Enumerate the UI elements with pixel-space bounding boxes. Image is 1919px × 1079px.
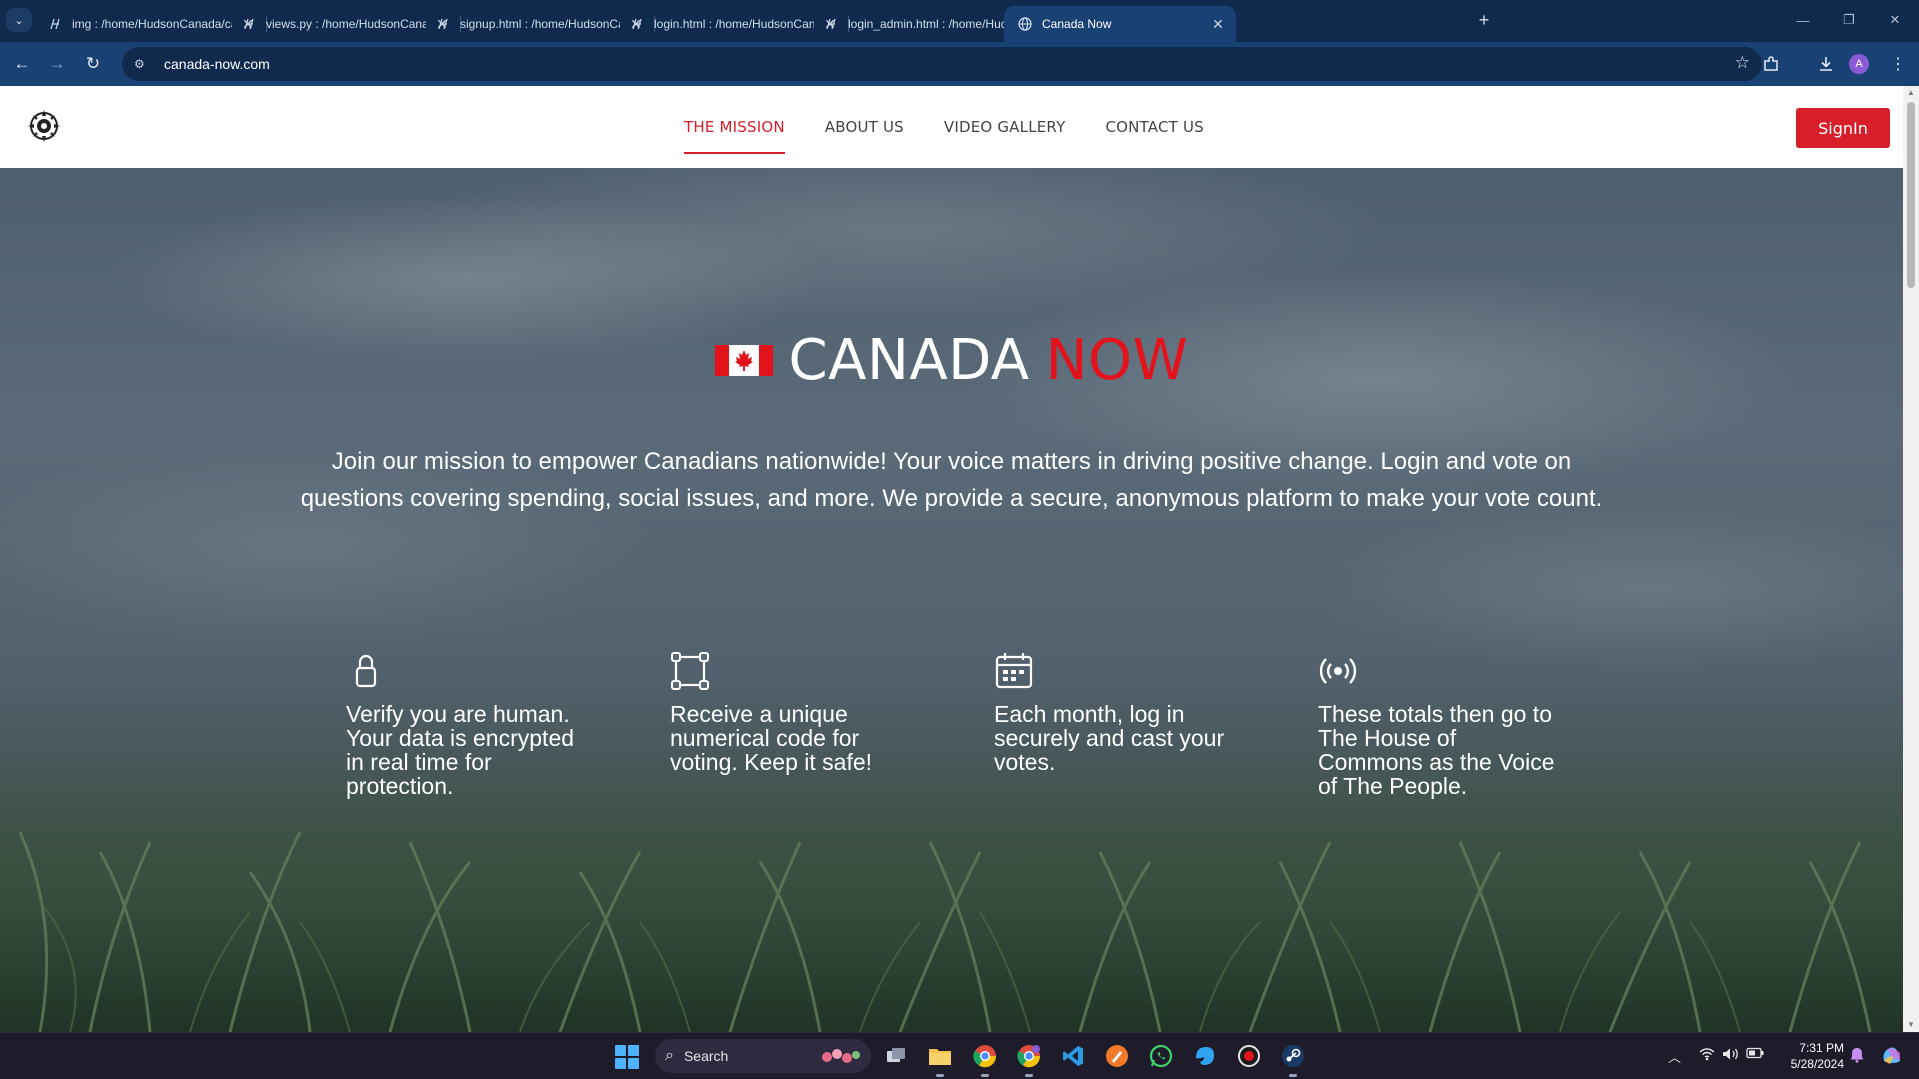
canada-flag-icon: [714, 345, 773, 376]
hero-description: Join our mission to empower Canadians na…: [300, 448, 1603, 512]
steam-icon[interactable]: [1278, 1041, 1308, 1077]
taskbar-search-box[interactable]: ⌕ Search: [655, 1039, 871, 1073]
tab-search-button[interactable]: ⌄: [6, 8, 32, 32]
feature-text: Receive a unique numerical code for voti…: [670, 701, 873, 775]
tab-canada-now[interactable]: Canada Now ✕: [1004, 6, 1236, 42]
back-arrow-icon[interactable]: ←: [8, 50, 36, 78]
pythonanywhere-favicon-icon: [630, 17, 644, 31]
search-icon: ⌕: [665, 1047, 674, 1064]
site-logo[interactable]: [26, 108, 62, 144]
clock-time: 7:31 PM: [1799, 1041, 1844, 1055]
calendar-icon: [995, 653, 1033, 689]
scroll-down-arrow-icon[interactable]: ▼: [1903, 1018, 1919, 1032]
hero-title-main: CANADA: [788, 328, 1030, 393]
task-view-icon[interactable]: [881, 1041, 911, 1071]
address-bar[interactable]: ⚙ canada-now.com ☆: [122, 47, 1762, 81]
download-icon[interactable]: [1812, 50, 1840, 78]
cornfield-background-image: [0, 772, 1903, 1032]
lock-icon: [355, 654, 377, 688]
record-icon[interactable]: [1234, 1041, 1264, 1071]
feature-item: These totals then go to The House of Com…: [1318, 651, 1558, 798]
vscode-icon[interactable]: [1058, 1041, 1088, 1071]
bookmark-star-icon[interactable]: ☆: [1735, 53, 1750, 73]
pythonanywhere-favicon-icon: [824, 17, 838, 31]
new-tab-button[interactable]: +: [1472, 8, 1496, 32]
scroll-thumb[interactable]: [1907, 102, 1915, 288]
site-info-icon[interactable]: ⚙: [134, 57, 154, 71]
browser-tab-strip: ⌄ img : /home/HudsonCanada/ca ✕ views.py…: [0, 0, 1919, 42]
browser-toolbar: ← → ↻ ⚙ canada-now.com ☆ A ⋮: [0, 42, 1919, 86]
notification-bell-icon[interactable]: [1850, 1047, 1864, 1066]
broadcast-icon: [1319, 658, 1357, 684]
reload-icon[interactable]: ↻: [79, 50, 107, 78]
hero-section: CANADA NOW Join our mission to empower C…: [0, 168, 1903, 1032]
forward-arrow-icon[interactable]: →: [43, 50, 71, 78]
signin-button[interactable]: SignIn: [1796, 108, 1890, 148]
feature-text: Verify you are human. Your data is encry…: [346, 701, 575, 799]
feature-item: Verify you are human. Your data is encry…: [346, 651, 586, 798]
tab-title: login.html : /home/HudsonCan: [654, 17, 814, 31]
page-viewport: THE MISSION ABOUT US VIDEO GALLERY CONTA…: [0, 86, 1919, 1032]
copilot-icon[interactable]: [1880, 1043, 1904, 1070]
url-text[interactable]: canada-now.com: [164, 56, 270, 72]
vector-square-icon: [671, 652, 709, 690]
tab-title: login_admin.html : /home/Huds: [848, 17, 1008, 31]
globe-icon: [1018, 17, 1032, 31]
wifi-icon[interactable]: [1699, 1047, 1715, 1064]
close-window-icon[interactable]: ✕: [1872, 6, 1918, 34]
hero-title-accent: NOW: [1045, 328, 1189, 393]
taskbar-search-label: Search: [683, 1048, 729, 1064]
nav-the-mission[interactable]: THE MISSION: [684, 86, 785, 168]
feature-text: Each month, log in securely and cast you…: [994, 701, 1225, 775]
tab-title: signup.html : /home/HudsonCa: [460, 17, 620, 31]
page-scrollbar[interactable]: ▲ ▼: [1903, 86, 1919, 1032]
tab-title: img : /home/HudsonCanada/ca: [72, 17, 232, 31]
browser-menu-icon[interactable]: ⋮: [1884, 50, 1912, 78]
nav-contact-us[interactable]: CONTACT US: [1105, 86, 1203, 168]
features-row: Verify you are human. Your data is encry…: [346, 651, 1646, 811]
scroll-up-arrow-icon[interactable]: ▲: [1903, 86, 1919, 100]
pythonanywhere-favicon-icon: [242, 17, 256, 31]
windows-taskbar: ⌕ Search ︿ 7:31 PM 5/28/2024: [0, 1032, 1919, 1079]
pythonanywhere-favicon-icon: [436, 17, 450, 31]
whatsapp-icon[interactable]: [1146, 1041, 1176, 1071]
tray-chevron-up-icon[interactable]: ︿: [1668, 1047, 1681, 1066]
chrome-profile-icon[interactable]: [1014, 1041, 1044, 1077]
tab-close-icon[interactable]: ✕: [1210, 16, 1226, 33]
restore-icon[interactable]: ❐: [1826, 6, 1872, 34]
app-blue-icon[interactable]: [1190, 1041, 1220, 1071]
extensions-icon[interactable]: [1757, 50, 1785, 78]
system-clock[interactable]: 7:31 PM 5/28/2024: [1772, 1040, 1844, 1072]
chrome-icon[interactable]: [970, 1041, 1000, 1077]
main-nav: THE MISSION ABOUT US VIDEO GALLERY CONTA…: [684, 86, 1244, 168]
tab-title: views.py : /home/HudsonCanada: [266, 17, 426, 31]
feature-text: These totals then go to The House of Com…: [1318, 701, 1555, 799]
profile-avatar[interactable]: A: [1849, 54, 1869, 74]
windows-start-icon[interactable]: [615, 1045, 639, 1069]
hero-title: CANADA NOW: [0, 328, 1903, 393]
tab-title: Canada Now: [1042, 17, 1112, 31]
file-explorer-icon[interactable]: [925, 1041, 955, 1077]
battery-icon[interactable]: [1746, 1047, 1764, 1062]
pythonanywhere-favicon-icon: [48, 17, 62, 31]
drawing-app-icon[interactable]: [1102, 1041, 1132, 1071]
volume-icon[interactable]: [1722, 1047, 1740, 1064]
search-highlight-art-icon: [822, 1049, 860, 1063]
nav-video-gallery[interactable]: VIDEO GALLERY: [944, 86, 1066, 168]
nav-about-us[interactable]: ABOUT US: [825, 86, 904, 168]
clock-date: 5/28/2024: [1790, 1057, 1844, 1071]
site-header: THE MISSION ABOUT US VIDEO GALLERY CONTA…: [0, 86, 1903, 168]
feature-item: Each month, log in securely and cast you…: [994, 651, 1234, 774]
minimize-icon[interactable]: —: [1780, 6, 1826, 34]
feature-item: Receive a unique numerical code for voti…: [670, 651, 910, 774]
